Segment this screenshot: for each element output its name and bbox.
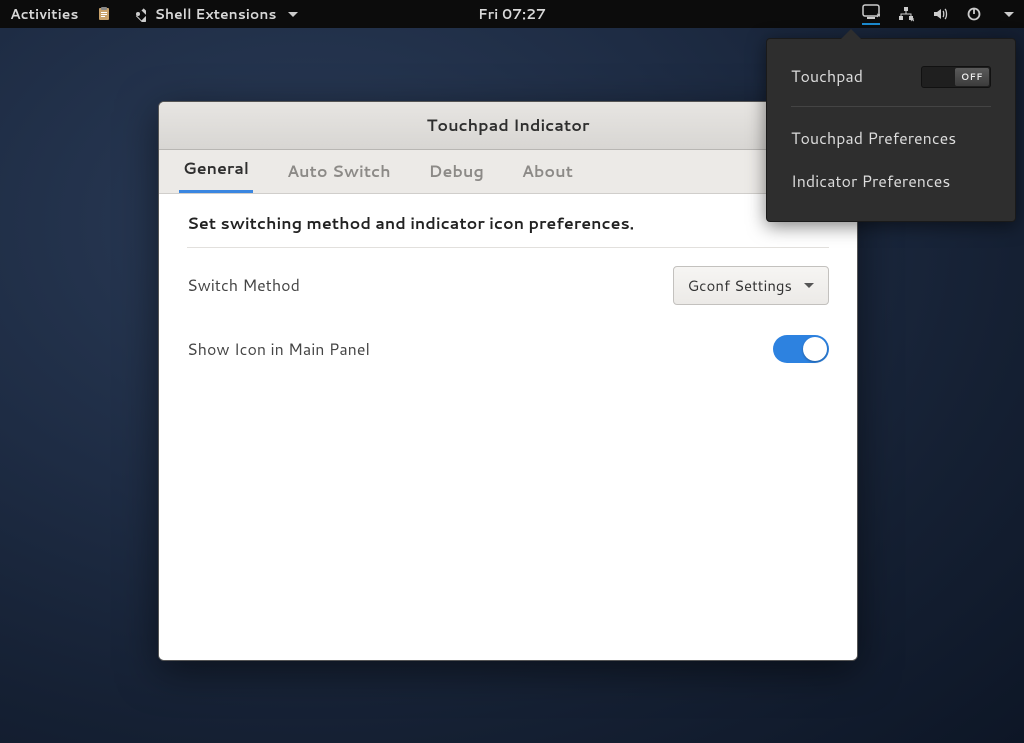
switch-method-label: Switch Method: [187, 274, 300, 297]
indicator-preferences-link[interactable]: Indicator Preferences: [767, 160, 1015, 203]
touchpad-toggle-row: Touchpad OFF: [767, 57, 1015, 96]
app-menu[interactable]: Shell Extensions: [130, 4, 298, 24]
chevron-down-icon: [804, 283, 814, 288]
touchpad-preferences-link[interactable]: Touchpad Preferences: [767, 117, 1015, 160]
touchpad-tray-icon[interactable]: ×: [862, 3, 880, 25]
show-icon-row: Show Icon in Main Panel: [187, 335, 829, 363]
topbar: Activities Shell Extensions Fri 07:27 × …: [0, 0, 1024, 28]
svg-text:×: ×: [910, 15, 914, 22]
touchpad-toggle[interactable]: OFF: [921, 66, 991, 88]
volume-icon[interactable]: [932, 6, 948, 22]
svg-text:×: ×: [876, 9, 880, 21]
tab-auto-switch[interactable]: Auto Switch: [283, 150, 395, 193]
window-title: Touchpad Indicator: [427, 114, 590, 137]
section-description: Set switching method and indicator icon …: [187, 212, 829, 248]
switch-method-combo[interactable]: Gconf Settings: [673, 266, 829, 305]
clock[interactable]: Fri 07:27: [478, 4, 546, 24]
popover-title: Touchpad: [791, 65, 863, 88]
tab-content: Set switching method and indicator icon …: [159, 194, 857, 660]
tab-general[interactable]: General: [179, 147, 253, 193]
show-icon-label: Show Icon in Main Panel: [187, 338, 370, 361]
chevron-down-icon: [288, 12, 298, 17]
activities-button[interactable]: Activities: [10, 4, 78, 24]
tab-debug[interactable]: Debug: [425, 150, 488, 193]
power-icon[interactable]: [966, 6, 982, 22]
network-icon[interactable]: ×: [898, 6, 914, 22]
clipboard-icon[interactable]: [96, 6, 112, 22]
extensions-icon: [130, 6, 146, 22]
switch-method-row: Switch Method Gconf Settings: [187, 266, 829, 305]
show-icon-switch[interactable]: [773, 335, 829, 363]
switch-knob: [803, 337, 827, 361]
touchpad-popover: Touchpad OFF Touchpad Preferences Indica…: [766, 38, 1016, 222]
toggle-knob: OFF: [955, 68, 989, 86]
system-menu-chevron-icon[interactable]: [1004, 12, 1014, 17]
app-name: Shell Extensions: [154, 4, 276, 24]
settings-window: Touchpad Indicator General Auto Switch D…: [158, 101, 858, 661]
tab-about[interactable]: About: [518, 150, 577, 193]
popover-separator: [791, 106, 991, 107]
tabbar: General Auto Switch Debug About: [159, 150, 857, 194]
switch-method-value: Gconf Settings: [688, 275, 792, 296]
window-titlebar[interactable]: Touchpad Indicator: [159, 102, 857, 150]
